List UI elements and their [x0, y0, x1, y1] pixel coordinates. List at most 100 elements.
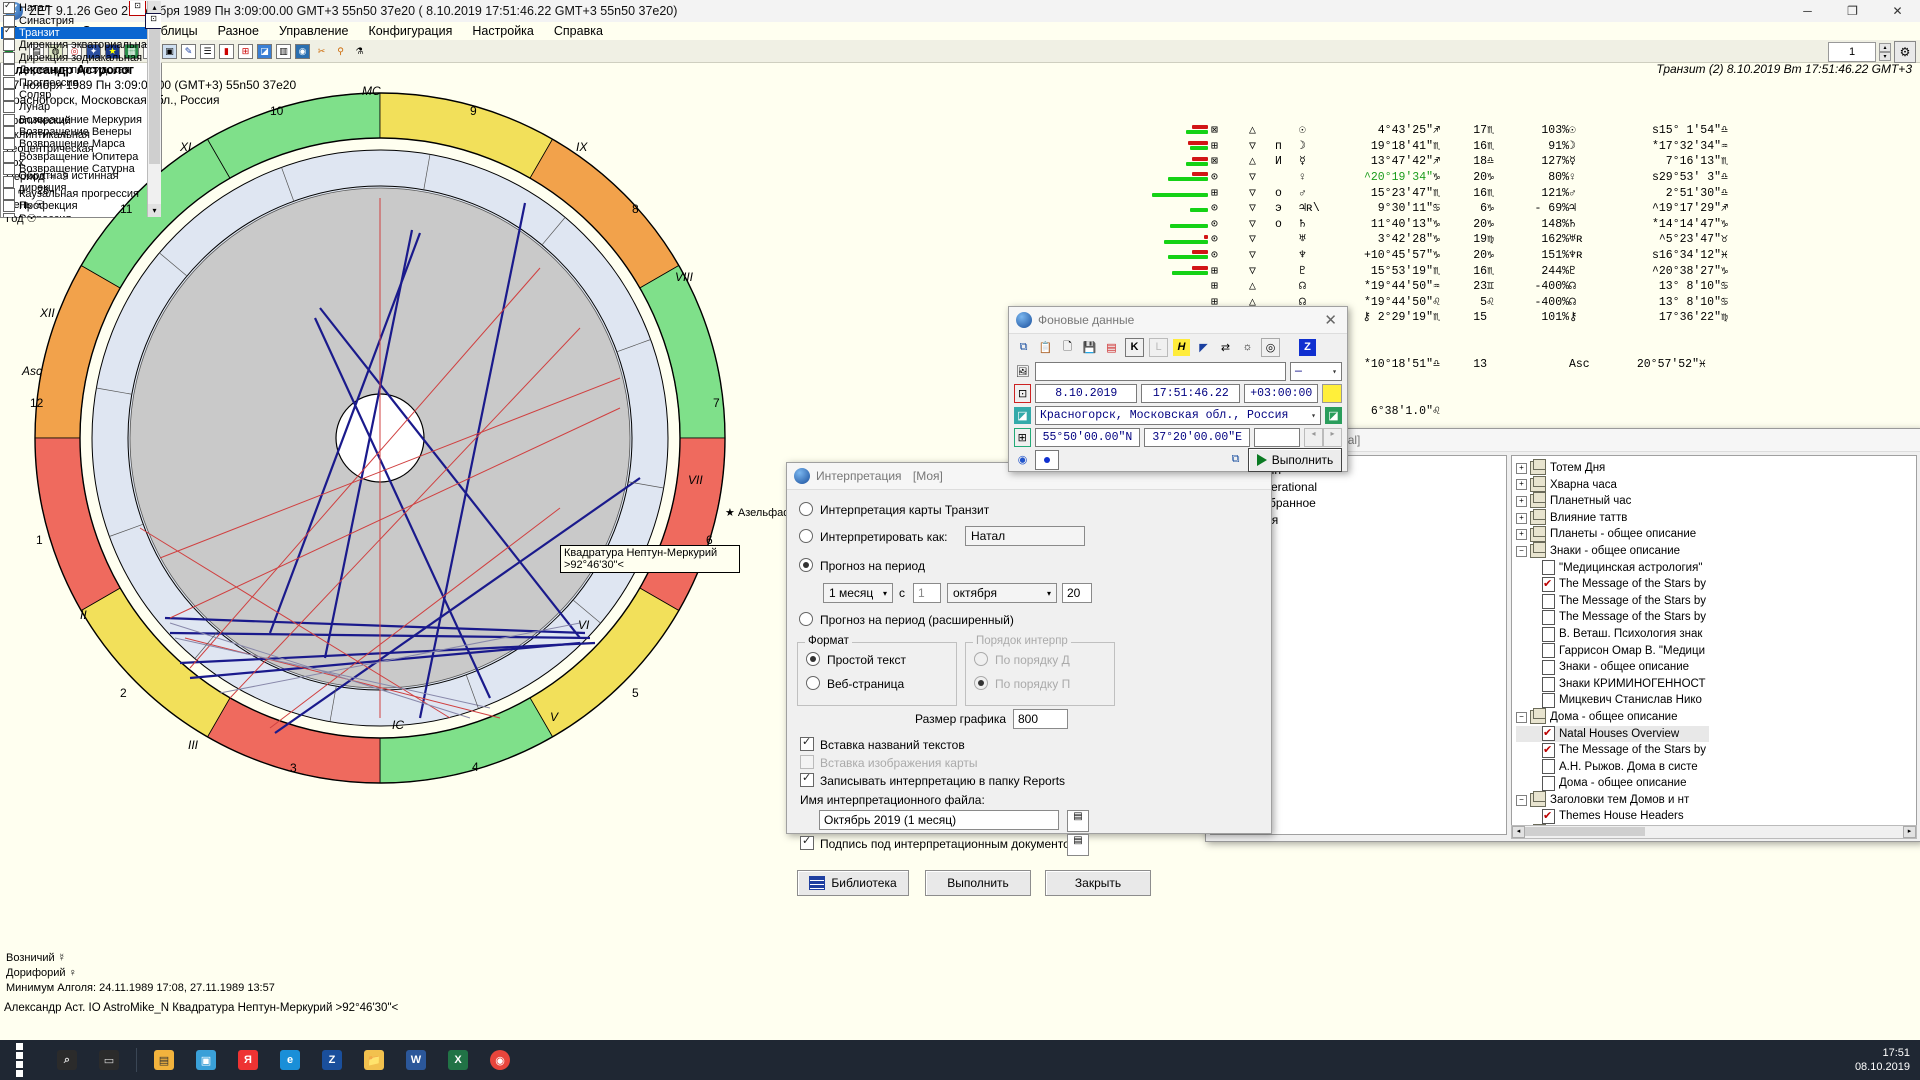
forecast-period-select[interactable]: 1 месяц▾: [823, 583, 893, 603]
table-row[interactable]: ⊞▽♇15°53'19"♏16♏244%♇^20°38'27"♑: [1148, 264, 1741, 280]
chart-list-item[interactable]: Транзит: [1, 27, 161, 39]
chart-list-checkbox[interactable]: [3, 163, 15, 175]
chk-write-reports[interactable]: [800, 773, 814, 787]
tree-document-node[interactable]: The Message of the Stars by: [1516, 576, 1709, 593]
copy-icon[interactable]: ⧉: [1015, 339, 1032, 356]
chart-list-item[interactable]: Дирекция экваториальная: [1, 39, 161, 51]
minus-icon[interactable]: −: [1516, 712, 1527, 723]
menu-item-upravlenie[interactable]: Управление: [269, 24, 359, 38]
scroll-down-icon[interactable]: ▾: [148, 204, 161, 217]
tree-document-node[interactable]: Natal Houses Overview: [1516, 726, 1709, 743]
word-icon[interactable]: W: [395, 1040, 437, 1080]
tree-document-node[interactable]: Гаррисон Омар В. "Медици: [1516, 643, 1709, 660]
forecast-day-input[interactable]: 1: [913, 583, 941, 603]
menu-item-konfiguraciya[interactable]: Конфигурация: [358, 24, 462, 38]
document-icon[interactable]: [1542, 660, 1555, 675]
color-swatch[interactable]: [1322, 384, 1342, 403]
zoom-stepper[interactable]: ▴▾: [1879, 43, 1891, 61]
plus-icon[interactable]: +: [1516, 479, 1527, 490]
edge-icon[interactable]: e: [269, 1040, 311, 1080]
paint-icon[interactable]: ◤: [1195, 339, 1212, 356]
tree-document-node[interactable]: The Message of the Stars by: [1516, 742, 1709, 759]
radio-web-page[interactable]: [806, 676, 820, 690]
menu-item-nastroika[interactable]: Настройка: [462, 24, 544, 38]
document-icon[interactable]: [1542, 759, 1555, 774]
K-icon[interactable]: K: [1125, 338, 1144, 357]
bg-next-icon[interactable]: ▸: [1323, 428, 1342, 447]
chart-list-item[interactable]: Соляр: [1, 89, 161, 101]
menu-item-spravka[interactable]: Справка: [544, 24, 613, 38]
person-edit-icon[interactable]: 🖼: [1014, 363, 1031, 380]
chart-list-checkbox[interactable]: [3, 27, 15, 39]
forecast-year-input[interactable]: 20: [1062, 583, 1092, 603]
bg-place-select[interactable]: Красногорск, Московская обл., Россия▾: [1035, 406, 1321, 425]
notebook-icon[interactable]: ▥: [276, 44, 291, 59]
list-icon[interactable]: ☰: [200, 44, 215, 59]
table-row[interactable]: ⊙▽о♄11°40'13"♑20♑148%♄*14°14'47"♑: [1148, 217, 1741, 233]
chart-list-item[interactable]: Прогрессия: [1, 76, 161, 88]
calendar-red-icon[interactable]: ⊞: [238, 44, 253, 59]
chart-list-checkbox[interactable]: [3, 188, 15, 200]
taskview-icon[interactable]: ▭: [88, 1040, 130, 1080]
close-dialog-button[interactable]: Закрыть: [1045, 870, 1151, 896]
tree-folder-node[interactable]: +Тотем Дня: [1516, 460, 1709, 477]
file-name-input[interactable]: Октябрь 2019 (1 месяц): [819, 810, 1059, 830]
chart-list-item[interactable]: Синастрия: [1, 14, 161, 26]
menu-item-raznoe[interactable]: Разное: [208, 24, 269, 38]
document-icon[interactable]: [1542, 693, 1555, 708]
chart-list-checkbox[interactable]: [3, 101, 15, 113]
tree-folder-node[interactable]: +Планеты - общее описание: [1516, 526, 1709, 543]
bg-extra-input[interactable]: [1254, 428, 1300, 447]
bg-name-input[interactable]: [1035, 362, 1286, 381]
tree-document-node[interactable]: Themes House Headers: [1516, 808, 1709, 825]
table-row[interactable]: ⊞△☊*19°44'50"♒23♊-400%☊13° 8'10"♋: [1148, 279, 1741, 295]
copy-result-icon[interactable]: ⧉: [1227, 451, 1244, 468]
bg-close-icon[interactable]: ✕: [1324, 311, 1337, 329]
bg-latitude-input[interactable]: 55°50'00.00"N: [1035, 428, 1141, 447]
bg-time-input[interactable]: 17:51:46.22: [1141, 384, 1240, 403]
option-forecast-ext[interactable]: Прогноз на период (расширенный): [799, 612, 1014, 627]
table-icon[interactable]: ▤: [1103, 339, 1120, 356]
pages-icon[interactable]: ▣: [162, 44, 177, 59]
table-row[interactable]: ⊙▽♅3°42'28"♑19♍162%♅ʀ^5°23'47"♉: [1148, 232, 1741, 248]
table-row[interactable]: ⊠△☉4°43'25"♐17♏103%☉s15° 1'54"♎: [1148, 123, 1741, 139]
table-row[interactable]: ⊞▽п☽19°18'41"♏16♏91%☽*17°32'34"♒: [1148, 139, 1741, 155]
option-interpret-as[interactable]: Интерпретировать как:: [799, 529, 947, 544]
pen-icon[interactable]: ✎: [181, 44, 196, 59]
Z-icon[interactable]: Z: [1299, 339, 1316, 356]
bars-icon[interactable]: ▮: [219, 44, 234, 59]
tree-folder-node[interactable]: +Влияние таттв: [1516, 510, 1709, 527]
document-icon[interactable]: [1542, 594, 1555, 609]
search-icon[interactable]: ⌕: [46, 1040, 88, 1080]
tree-document-node[interactable]: Знаки - общее описание: [1516, 659, 1709, 676]
folder-icon[interactable]: 📁: [353, 1040, 395, 1080]
synastry-chart-icon[interactable]: ⊡: [145, 13, 161, 29]
chart-list-checkbox[interactable]: [3, 114, 15, 126]
table-row[interactable]: ⊙▽♆+10°45'57"♑20♑151%♆ʀs16°34'12"♓: [1148, 248, 1741, 264]
ruler-icon[interactable]: ⚗: [352, 44, 367, 59]
bg-longitude-input[interactable]: 37°20'00.00"E: [1144, 428, 1250, 447]
chart-list-item[interactable]: Регрессия: [1, 213, 161, 217]
save-icon[interactable]: 💾: [1081, 339, 1098, 356]
chart-list-item[interactable]: Дирекция зодиакальная: [1, 52, 161, 64]
radio-plain-text[interactable]: [806, 652, 820, 666]
yandex-icon[interactable]: Я: [227, 1040, 269, 1080]
natal-chart-icon[interactable]: ⊡: [129, 1, 146, 16]
wheel-icon[interactable]: ◉: [295, 44, 310, 59]
chart-list-checkbox[interactable]: [3, 77, 15, 89]
tree-document-node[interactable]: Мицкевич Станислав Нико: [1516, 692, 1709, 709]
chart-list-item[interactable]: Возвращение Меркурия: [1, 114, 161, 126]
map-icon[interactable]: ◪: [1014, 407, 1031, 424]
signature-edit-icon[interactable]: ▤: [1067, 834, 1089, 856]
chart-list-checkbox[interactable]: [3, 138, 15, 150]
swap-icon[interactable]: ⇄: [1217, 339, 1234, 356]
plus-icon[interactable]: +: [1516, 513, 1527, 524]
sun-small-icon[interactable]: ☼: [1239, 339, 1256, 356]
bg-date-input[interactable]: 8.10.2019: [1035, 384, 1137, 403]
text-group-item[interactable]: Operational: [1233, 479, 1506, 496]
chart-list-checkbox[interactable]: [3, 200, 15, 212]
document-icon[interactable]: [1542, 776, 1555, 791]
radio-forecast-ext[interactable]: [799, 612, 813, 626]
calendar-icon[interactable]: ⊡: [1014, 384, 1031, 403]
chart-list-checkbox[interactable]: [3, 126, 15, 138]
